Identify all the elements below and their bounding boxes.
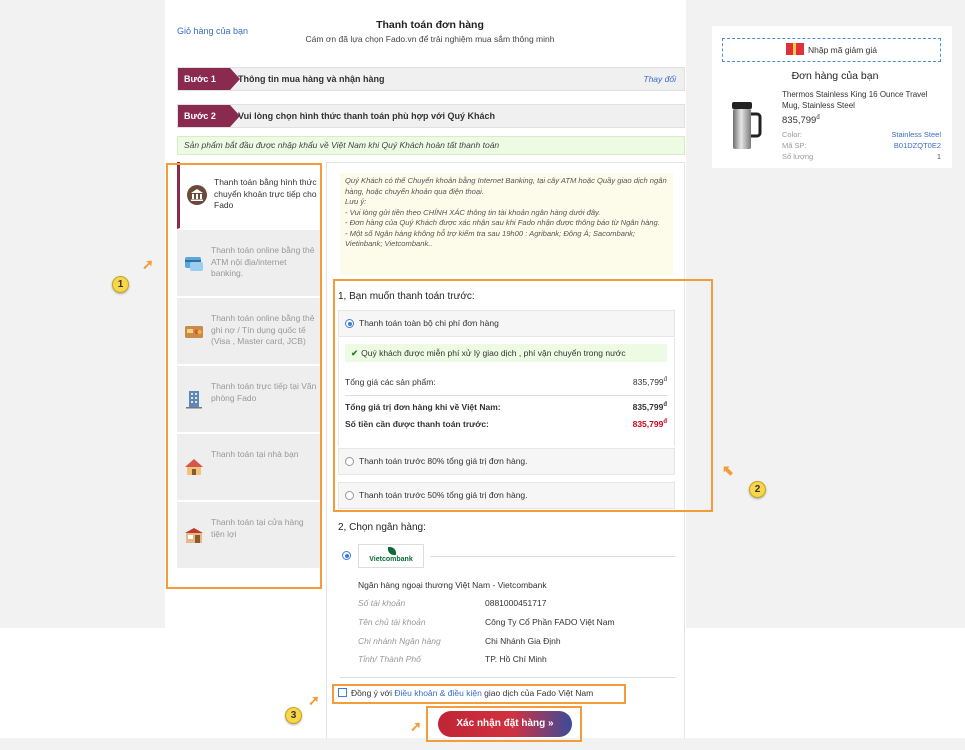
gift-icon bbox=[786, 43, 804, 55]
step-1-text: Thông tin mua hàng và nhận hàng bbox=[238, 74, 385, 84]
city-value: TP. Hồ Chí Minh bbox=[485, 654, 547, 664]
annotation-badge-3: 3 bbox=[285, 707, 302, 724]
info-line: - Đơn hàng của Quý Khách được xác nhận s… bbox=[345, 218, 660, 227]
page-background-left bbox=[0, 0, 165, 628]
account-holder-value: Công Ty Cổ Phần FADO Việt Nam bbox=[485, 617, 615, 627]
page-subtitle: Cám ơn đã lựa chọn Fado.vn để trải nghiệ… bbox=[305, 34, 555, 44]
annotation-badge-2: 2 bbox=[749, 481, 766, 498]
info-line: - Vui lòng gửi tiền theo CHÍNH XÁC thông… bbox=[345, 207, 601, 217]
change-info-link[interactable]: Thay đổi bbox=[643, 68, 676, 90]
product-sku-row: Mã SP: B01DZQT0E2 bbox=[782, 141, 941, 150]
step-1-tag: Bước 1 bbox=[178, 68, 240, 90]
product-price: 835,799đ bbox=[782, 115, 820, 127]
city-label: Tỉnh/ Thành Phố bbox=[358, 654, 421, 664]
cart-link[interactable]: Giỏ hàng của bạn bbox=[177, 26, 248, 36]
info-line: - Một số Ngân hàng không hỗ trợ kiểm tra… bbox=[345, 228, 636, 249]
bank-full-name: Ngân hàng ngoại thương Việt Nam - Vietco… bbox=[358, 580, 547, 590]
page-title: Thanh toán đơn hàng bbox=[376, 19, 484, 31]
annotation-arrow-3a: ➚ bbox=[308, 692, 320, 708]
divider bbox=[430, 556, 675, 557]
color-label: Color: bbox=[782, 130, 803, 139]
order-summary-title: Đơn hàng của bạn bbox=[791, 70, 879, 82]
info-line: Lưu ý: bbox=[345, 197, 367, 206]
vietcombank-logo[interactable]: Vietcombank bbox=[358, 544, 424, 568]
annotation-box-3b bbox=[426, 706, 582, 742]
coupon-label: Nhập mã giảm giá bbox=[808, 45, 877, 55]
vietcombank-leaf-icon bbox=[388, 547, 396, 555]
account-number-label: Số tài khoản bbox=[358, 598, 406, 608]
info-line: Quý Khách có thể Chuyển khoản bằng Inter… bbox=[345, 176, 667, 196]
import-notice: Sản phẩm bắt đầu được nhập khẩu về Việt … bbox=[177, 136, 685, 155]
account-number-value: 0881000451717 bbox=[485, 598, 547, 608]
qty-value: 1 bbox=[936, 152, 941, 161]
product-qty-row: Số lượng 1 bbox=[782, 152, 941, 161]
coupon-input[interactable]: Nhập mã giảm giá bbox=[722, 38, 941, 62]
bank-branch-value: Chi Nhánh Gia Định bbox=[485, 636, 561, 646]
annotation-arrow-3b: ➚ bbox=[410, 718, 422, 734]
bank-section-title: 2, Chọn ngân hàng: bbox=[338, 522, 426, 533]
sku-label: Mã SP: bbox=[782, 141, 807, 150]
transfer-info-box: Quý Khách có thể Chuyển khoản bằng Inter… bbox=[340, 173, 673, 275]
step-2-tag: Bước 2 bbox=[178, 105, 240, 127]
step-2-bar: Bước 2 Vui lòng chọn hình thức thanh toá… bbox=[177, 104, 685, 128]
annotation-badge-1: 1 bbox=[112, 276, 129, 293]
annotation-arrow-2: ⬉ bbox=[722, 462, 734, 478]
annotation-box-1 bbox=[166, 163, 322, 589]
qty-label: Số lượng bbox=[782, 152, 814, 161]
step-2-text: Vui lòng chọn hình thức thanh toán phù h… bbox=[238, 111, 495, 121]
sku-value: B01DZQT0E2 bbox=[893, 141, 941, 150]
bank-branch-label: Chi nhánh Ngân hàng bbox=[358, 636, 441, 646]
bank-radio-selected[interactable] bbox=[342, 551, 351, 560]
product-color-row: Color: Stainless Steel bbox=[782, 130, 941, 139]
annotation-box-3a bbox=[332, 684, 626, 704]
product-thumbnail[interactable] bbox=[724, 100, 764, 152]
annotation-arrow-1: ➚ bbox=[142, 256, 154, 272]
product-name[interactable]: Thermos Stainless King 16 Ounce Travel M… bbox=[782, 90, 946, 111]
annotation-box-2 bbox=[333, 279, 713, 512]
bank-logo-text: Vietcombank bbox=[369, 556, 413, 563]
divider bbox=[340, 677, 675, 678]
account-holder-label: Tên chủ tài khoản bbox=[358, 617, 426, 627]
step-1-bar: Bước 1 Thông tin mua hàng và nhận hàng T… bbox=[177, 67, 685, 91]
color-value: Stainless Steel bbox=[891, 130, 941, 139]
